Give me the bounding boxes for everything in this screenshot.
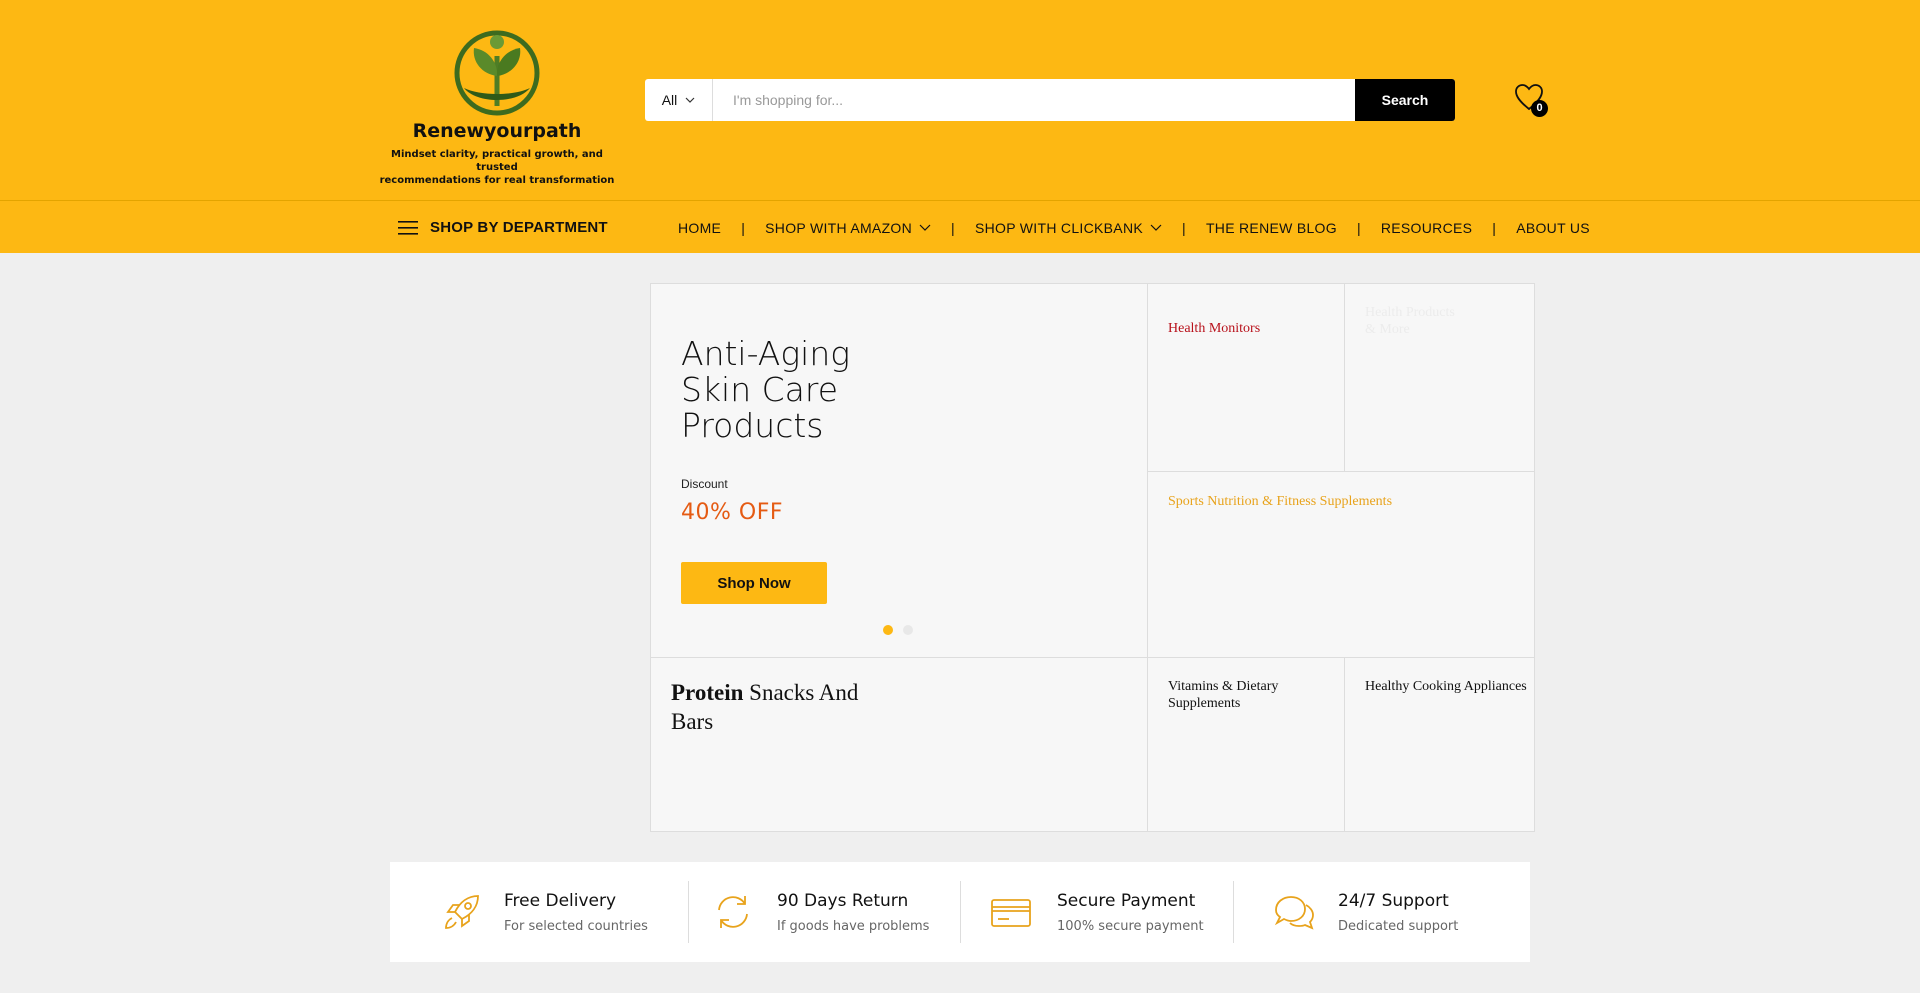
category-health-monitors[interactable]: Health Monitors: [1148, 284, 1345, 472]
category-vitamins[interactable]: Vitamins & Dietary Supplements: [1148, 658, 1345, 832]
features-bar: Free Delivery For selected countries 90 …: [390, 862, 1530, 962]
hamburger-menu-icon: [398, 220, 418, 235]
chevron-down-icon: [919, 224, 931, 231]
chevron-down-icon: [1150, 224, 1162, 231]
feature-subtitle: 100% secure payment: [1057, 918, 1204, 934]
category-healthy-cooking[interactable]: Healthy Cooking Appliances: [1345, 658, 1535, 832]
category-protein-snacks[interactable]: Protein Snacks And Bars: [651, 658, 1148, 832]
feature-text: 90 Days Return If goods have problems: [777, 891, 929, 934]
nav-item-shop-with-clickbank[interactable]: SHOP WITH CLICKBANK: [975, 220, 1162, 236]
nav-separator: |: [1492, 219, 1497, 236]
feature-subtitle: Dedicated support: [1338, 918, 1459, 934]
feature-subtitle: If goods have problems: [777, 918, 930, 934]
feature-title: 24/7 Support: [1338, 890, 1449, 911]
promo-grid: Anti-Aging Skin Care Products Discount 4…: [650, 283, 1535, 832]
category-title[interactable]: Healthy Cooking Appliances: [1365, 678, 1535, 695]
slider-dot-1[interactable]: [883, 625, 893, 635]
discount-value: 40% OFF: [681, 500, 784, 525]
nav-label: HOME: [678, 219, 722, 236]
nav-item-home[interactable]: HOME: [678, 220, 721, 236]
category-title[interactable]: Protein Snacks And Bars: [671, 678, 891, 736]
top-header: Renewyourpath Mindset clarity, practical…: [0, 0, 1920, 200]
feature-90-days-return: 90 Days Return If goods have problems: [688, 881, 960, 943]
search-input[interactable]: [713, 79, 1355, 121]
category-title[interactable]: Health Monitors: [1168, 320, 1260, 337]
slider-pagination: [883, 625, 913, 635]
main-navigation: SHOP BY DEPARTMENT HOME | SHOP WITH AMAZ…: [0, 200, 1920, 253]
category-title[interactable]: Sports Nutrition & Fitness Supplements: [1168, 493, 1392, 510]
chat-bubbles-icon: [1274, 896, 1314, 930]
hero-title-line: Products: [681, 406, 824, 445]
feature-title: 90 Days Return: [777, 890, 909, 911]
search-button[interactable]: Search: [1355, 79, 1455, 121]
hero-title-line: Skin Care: [681, 370, 839, 409]
feature-secure-payment: Secure Payment 100% secure payment: [960, 881, 1233, 943]
feature-free-delivery: Free Delivery For selected countries: [390, 881, 688, 943]
nav-label: ABOUT US: [1516, 219, 1590, 236]
nav-item-shop-with-amazon[interactable]: SHOP WITH AMAZON: [765, 220, 931, 236]
shop-now-button[interactable]: Shop Now: [681, 562, 827, 604]
feature-support: 24/7 Support Dedicated support: [1233, 881, 1530, 943]
nav-item-about-us[interactable]: ABOUT US: [1516, 220, 1590, 236]
chevron-down-icon: [685, 97, 695, 103]
nav-label: SHOP WITH CLICKBANK: [974, 219, 1143, 236]
site-logo[interactable]: Renewyourpath Mindset clarity, practical…: [372, 26, 622, 187]
nav-separator: |: [741, 219, 746, 236]
logo-leaf-icon: [454, 30, 540, 116]
return-arrows-icon: [718, 896, 748, 928]
search-category-value: All: [661, 92, 678, 108]
slider-dot-2[interactable]: [903, 625, 913, 635]
discount-label: Discount: [681, 477, 728, 491]
hero-slider: Anti-Aging Skin Care Products Discount 4…: [651, 284, 1148, 658]
nav-separator: |: [1182, 219, 1186, 236]
hero-title-line: Anti-Aging: [681, 334, 851, 373]
feature-subtitle: For selected countries: [504, 918, 648, 934]
category-faded-tile[interactable]: Health Products & More: [1345, 284, 1535, 472]
feature-title: Free Delivery: [504, 890, 617, 911]
brand-name: Renewyourpath: [412, 120, 582, 142]
feature-title: Secure Payment: [1057, 890, 1196, 911]
nav-label: RESOURCES: [1380, 219, 1473, 236]
wishlist-button[interactable]: 0: [1514, 83, 1548, 117]
department-label: SHOP BY DEPARTMENT: [430, 219, 608, 236]
brand-tagline: Mindset clarity, practical growth, and t…: [372, 148, 622, 187]
hero-title: Anti-Aging Skin Care Products: [681, 336, 981, 444]
category-title[interactable]: Vitamins & Dietary Supplements: [1168, 678, 1338, 712]
category-title-bold: Protein: [671, 680, 744, 705]
credit-card-icon: [991, 899, 1031, 927]
nav-item-resources[interactable]: RESOURCES: [1381, 220, 1472, 236]
nav-menu: HOME | SHOP WITH AMAZON | SHOP WITH CLIC…: [678, 201, 1590, 254]
brand-tagline-line1: Mindset clarity, practical growth, and t…: [391, 149, 603, 173]
search-bar: All Search: [645, 79, 1455, 121]
rocket-icon: [445, 895, 479, 929]
nav-label: SHOP WITH AMAZON: [765, 219, 913, 236]
feature-text: 24/7 Support Dedicated support: [1338, 891, 1458, 934]
category-title-line: Health Products: [1365, 305, 1455, 320]
feature-text: Secure Payment 100% secure payment: [1057, 891, 1204, 934]
category-title-line: & More: [1365, 322, 1410, 337]
search-category-select[interactable]: All: [645, 79, 713, 121]
category-sports-nutrition[interactable]: Sports Nutrition & Fitness Supplements: [1148, 472, 1535, 658]
category-title: Health Products & More: [1365, 304, 1455, 338]
nav-label: THE RENEW BLOG: [1205, 219, 1337, 236]
brand-tagline-line2: recommendations for real transformation: [379, 175, 615, 186]
nav-separator: |: [951, 219, 955, 236]
nav-separator: |: [1356, 219, 1361, 236]
shop-by-department-button[interactable]: SHOP BY DEPARTMENT: [398, 201, 608, 254]
wishlist-count-badge: 0: [1531, 100, 1548, 117]
nav-item-renew-blog[interactable]: THE RENEW BLOG: [1206, 220, 1337, 236]
feature-text: Free Delivery For selected countries: [504, 891, 648, 934]
